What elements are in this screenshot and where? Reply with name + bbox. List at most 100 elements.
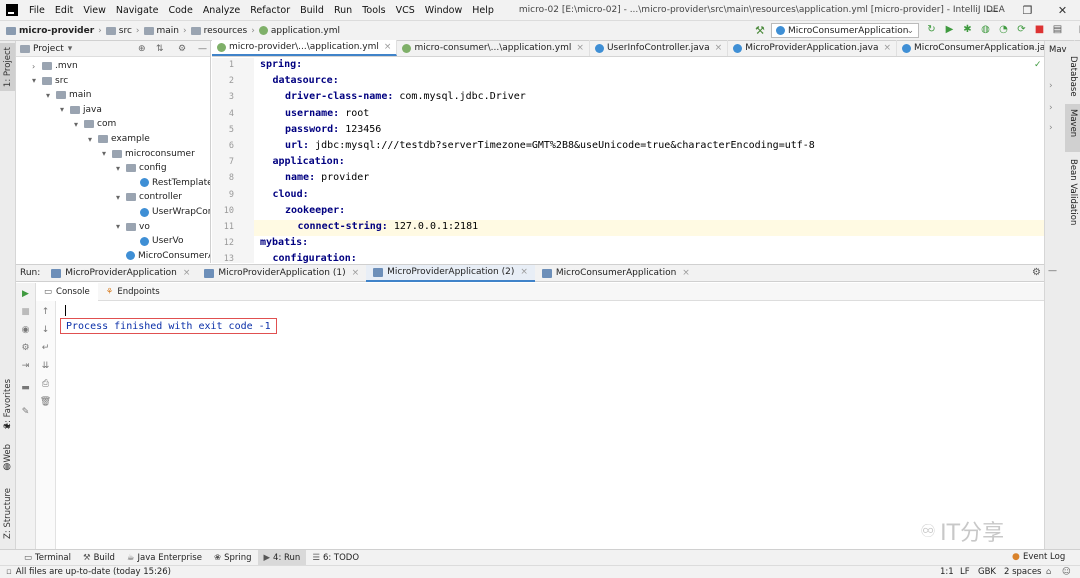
- hide-icon[interactable]: —: [198, 44, 207, 54]
- camera-icon[interactable]: ◉: [20, 324, 31, 335]
- breadcrumb-item[interactable]: src: [119, 26, 132, 36]
- chevron-down-icon[interactable]: ▾: [60, 105, 70, 114]
- tab-overflow-count[interactable]: ⁴: [1030, 45, 1033, 54]
- hide-icon[interactable]: —: [1048, 266, 1057, 276]
- breadcrumb-item[interactable]: micro-provider: [19, 26, 94, 36]
- close-tab-icon[interactable]: ×: [352, 268, 360, 278]
- run-tab[interactable]: MicroConsumerApplication ×: [535, 265, 697, 282]
- close-button[interactable]: ✕: [1045, 0, 1080, 21]
- menu-item-help[interactable]: Help: [467, 5, 499, 16]
- exit-icon[interactable]: ⇥: [20, 360, 31, 371]
- close-tab-icon[interactable]: ×: [183, 268, 191, 278]
- print-icon[interactable]: ⎙: [40, 378, 51, 389]
- layout-icon[interactable]: ▬: [20, 382, 31, 393]
- code-editor[interactable]: 1 2 3 4 5 6 7 8 9 10 11 12 13 spring: datasource: driv…: [212, 58, 1044, 263]
- line-separator[interactable]: LF: [960, 567, 970, 577]
- editor-tab[interactable]: micro-provider\...\application.yml ×: [212, 40, 398, 56]
- editor-tab[interactable]: micro-consumer\...\application.yml ×: [397, 40, 590, 56]
- bottom-tab[interactable]: ❀ Spring: [208, 550, 258, 565]
- arrow-up-icon[interactable]: ↑: [40, 306, 51, 317]
- close-tab-icon[interactable]: ×: [576, 43, 584, 53]
- menu-item-window[interactable]: Window: [420, 5, 467, 16]
- close-tab-icon[interactable]: ×: [682, 268, 690, 278]
- debug-icon[interactable]: ✱: [962, 24, 973, 35]
- bottom-tab[interactable]: ☰ 6: TODO: [306, 550, 365, 565]
- lock-icon[interactable]: ⌂: [1046, 567, 1051, 577]
- menu-item-file[interactable]: File: [24, 5, 50, 16]
- layout-icon[interactable]: ▤: [1052, 24, 1063, 35]
- bottom-tab[interactable]: ▶ 4: Run: [257, 550, 307, 565]
- structure-tool-label[interactable]: Z: Structure: [3, 488, 13, 539]
- minimize-button[interactable]: —: [975, 0, 1010, 21]
- stop-icon[interactable]: ■: [1034, 24, 1045, 35]
- chevron-down-icon[interactable]: ▾: [74, 120, 84, 129]
- web-tool-label[interactable]: Web: [3, 444, 13, 463]
- breadcrumb-item[interactable]: resources: [204, 26, 248, 36]
- database-tool-label[interactable]: Database: [1068, 56, 1078, 97]
- menu-item-run[interactable]: Run: [329, 5, 357, 16]
- chevron-down-icon[interactable]: ▾: [116, 193, 126, 202]
- tree-item[interactable]: UserVo: [130, 234, 183, 248]
- notifications-icon[interactable]: ☺: [1062, 567, 1071, 577]
- menu-item-view[interactable]: View: [78, 5, 111, 16]
- close-tab-icon[interactable]: ×: [884, 43, 892, 53]
- tree-item[interactable]: ▾ microconsumer: [102, 147, 195, 161]
- rerun-icon[interactable]: ↻: [926, 24, 937, 35]
- chevron-right-icon[interactable]: ›: [1049, 123, 1053, 133]
- close-tab-icon[interactable]: ×: [520, 267, 528, 277]
- tree-item[interactable]: MicroConsumerA: [116, 249, 210, 262]
- tab-console[interactable]: ▭ Console: [36, 282, 98, 301]
- close-tab-icon[interactable]: ×: [384, 42, 392, 52]
- menu-item-navigate[interactable]: Navigate: [111, 5, 164, 16]
- menu-item-refactor[interactable]: Refactor: [245, 5, 295, 16]
- tree-item[interactable]: ▾ src: [32, 74, 68, 88]
- attach-icon[interactable]: ⟳: [1016, 24, 1027, 35]
- chevron-down-icon[interactable]: ▾: [32, 76, 42, 85]
- chevron-right-icon[interactable]: ›: [32, 62, 42, 71]
- bottom-tab[interactable]: ☕ Java Enterprise: [121, 550, 208, 565]
- rerun-icon[interactable]: ▶: [20, 288, 31, 299]
- coverage-icon[interactable]: ◍: [980, 24, 991, 35]
- trash-icon[interactable]: 🗑: [40, 396, 51, 407]
- gear-icon[interactable]: ⚙: [1032, 267, 1041, 278]
- menu-item-analyze[interactable]: Analyze: [198, 5, 245, 16]
- tree-item[interactable]: ▾ vo: [116, 220, 150, 234]
- run-icon[interactable]: ▶: [944, 24, 955, 35]
- chevron-right-icon[interactable]: ›: [1049, 103, 1053, 113]
- breadcrumb-item[interactable]: application.yml: [271, 26, 340, 36]
- close-tab-icon[interactable]: ×: [715, 43, 723, 53]
- console-output[interactable]: Process finished with exit code -1: [56, 301, 1044, 549]
- profile-icon[interactable]: ◔: [998, 24, 1009, 35]
- tab-endpoints[interactable]: ⚘ Endpoints: [98, 283, 168, 301]
- menu-item-build[interactable]: Build: [295, 5, 329, 16]
- bottom-tab[interactable]: ▭ Terminal: [18, 550, 77, 565]
- menu-item-edit[interactable]: Edit: [50, 5, 78, 16]
- editor-tab[interactable]: UserInfoController.java ×: [590, 40, 729, 56]
- run-tab[interactable]: MicroProviderApplication ×: [44, 265, 197, 282]
- breadcrumb-item[interactable]: main: [157, 26, 180, 36]
- run-configuration-select[interactable]: MicroConsumerApplication ⌄: [771, 23, 919, 38]
- tree-item[interactable]: ▾ config: [116, 161, 167, 175]
- event-log-button[interactable]: Event Log: [1023, 552, 1065, 562]
- tree-item[interactable]: › .mvn: [32, 59, 78, 73]
- pin-icon[interactable]: ✎: [20, 406, 31, 417]
- chevron-down-icon[interactable]: ▾: [102, 149, 112, 158]
- project-panel-title[interactable]: Project: [33, 44, 64, 54]
- caret-position[interactable]: 1:1: [940, 567, 954, 577]
- menu-item-code[interactable]: Code: [163, 5, 197, 16]
- status-icon[interactable]: ▫: [6, 567, 12, 577]
- chevron-down-icon[interactable]: ▾: [116, 164, 126, 173]
- favorites-tool-label[interactable]: 2: Favorites: [3, 379, 13, 428]
- bean-validation-tool-label[interactable]: Bean Validation: [1068, 159, 1078, 225]
- chevron-down-icon[interactable]: ▾: [88, 135, 98, 144]
- run-tab[interactable]: MicroProviderApplication (1) ×: [197, 265, 366, 282]
- stop-icon[interactable]: ■: [20, 306, 31, 317]
- chevron-down-icon[interactable]: ▾: [116, 222, 126, 231]
- run-tab[interactable]: MicroProviderApplication (2) ×: [366, 264, 535, 282]
- tree-item[interactable]: UserWrapCor: [130, 205, 210, 219]
- tree-item[interactable]: ▾ main: [46, 88, 92, 102]
- menu-item-vcs[interactable]: VCS: [391, 5, 420, 16]
- maven-short-tab[interactable]: Mav: [1049, 45, 1067, 55]
- collapse-all-icon[interactable]: ⇅: [156, 44, 164, 54]
- chevron-down-icon[interactable]: ▾: [46, 91, 56, 100]
